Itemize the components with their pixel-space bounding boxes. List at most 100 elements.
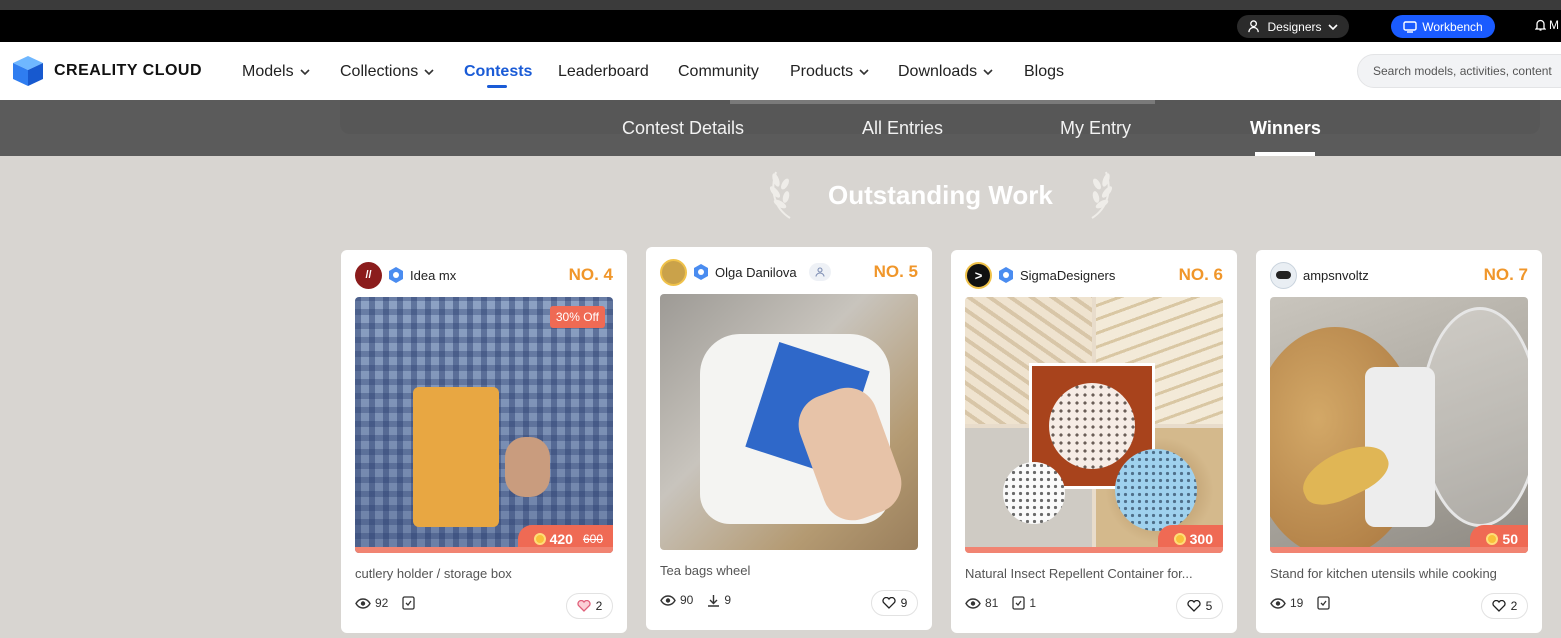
eye-icon bbox=[660, 594, 676, 606]
model-thumbnail[interactable]: 50 bbox=[1270, 297, 1528, 553]
nav-active-indicator bbox=[487, 85, 507, 88]
browser-top-strip bbox=[0, 0, 1561, 10]
chevron-down-icon bbox=[300, 69, 310, 76]
nav-downloads[interactable]: Downloads bbox=[898, 63, 994, 81]
avatar[interactable]: // bbox=[355, 261, 382, 289]
laurel-right-icon bbox=[1091, 171, 1113, 219]
like-button[interactable]: 2 bbox=[566, 593, 613, 619]
like-button[interactable]: 9 bbox=[871, 590, 918, 616]
workbench-label: Workbench bbox=[1422, 19, 1483, 34]
winner-card[interactable]: Olga Danilova NO. 5 Tea bags wheel 90 9 … bbox=[646, 247, 932, 630]
card-stats: 19 bbox=[1270, 596, 1331, 610]
views-count: 19 bbox=[1290, 596, 1304, 610]
download-icon bbox=[708, 594, 720, 607]
model-thumbnail[interactable] bbox=[660, 294, 918, 550]
tab-my-entry[interactable]: My Entry bbox=[1060, 118, 1131, 139]
nav-models[interactable]: Models bbox=[242, 63, 311, 81]
avatar[interactable] bbox=[1270, 261, 1297, 289]
heart-icon bbox=[882, 597, 896, 609]
like-button[interactable]: 2 bbox=[1481, 593, 1528, 619]
user-icon bbox=[815, 267, 825, 277]
image-accent-bar bbox=[1270, 547, 1528, 553]
username[interactable]: Idea mx bbox=[410, 268, 456, 283]
username[interactable]: Olga Danilova bbox=[715, 265, 797, 280]
views-stat: 92 bbox=[355, 596, 388, 610]
nav-collections-label: Collections bbox=[340, 63, 419, 80]
model-thumbnail[interactable]: 300 bbox=[965, 297, 1223, 553]
cube-logo-icon bbox=[13, 56, 43, 86]
nav-contests[interactable]: Contests bbox=[464, 63, 532, 81]
laurel-left-icon bbox=[769, 171, 791, 219]
nav-products-label: Products bbox=[790, 63, 854, 80]
views-count: 81 bbox=[985, 596, 999, 610]
price-value: 300 bbox=[1189, 531, 1213, 547]
username[interactable]: SigmaDesigners bbox=[1020, 268, 1115, 283]
nav-contests-label: Contests bbox=[464, 63, 533, 80]
workbench-button[interactable]: Workbench bbox=[1391, 15, 1495, 38]
model-title[interactable]: Stand for kitchen utensils while cooking bbox=[1270, 566, 1528, 581]
follow-button[interactable] bbox=[808, 263, 831, 281]
views-count: 90 bbox=[680, 593, 694, 607]
likes-count: 9 bbox=[900, 596, 908, 610]
likes-count: 2 bbox=[595, 599, 603, 613]
winner-card[interactable]: > SigmaDesigners NO. 6 300 Natural Insec… bbox=[951, 250, 1237, 633]
original-price: 600 bbox=[582, 532, 603, 546]
heart-icon bbox=[1492, 600, 1506, 612]
like-button[interactable]: 5 bbox=[1176, 593, 1223, 619]
main-navbar: CREALITY CLOUD Models Collections Contes… bbox=[0, 42, 1561, 100]
avatar[interactable] bbox=[660, 258, 687, 286]
designers-dropdown-button[interactable]: Designers bbox=[1237, 15, 1349, 38]
chevron-down-icon bbox=[859, 69, 869, 76]
verified-badge-icon bbox=[694, 264, 708, 280]
tab-active-indicator bbox=[1255, 152, 1315, 156]
views-count: 92 bbox=[375, 596, 389, 610]
more-label: M bbox=[1549, 18, 1559, 32]
tab-contest-details[interactable]: Contest Details bbox=[622, 118, 744, 139]
coin-icon bbox=[1486, 533, 1499, 545]
rank-label: NO. 4 bbox=[568, 265, 613, 284]
coin-icon bbox=[533, 533, 546, 545]
chevron-down-icon bbox=[1327, 23, 1338, 30]
designers-label: Designers bbox=[1267, 19, 1322, 34]
model-thumbnail[interactable]: 30% Off 420 600 bbox=[355, 297, 613, 553]
brand-logo[interactable]: CREALITY CLOUD bbox=[10, 54, 202, 88]
section-title: Outstanding Work bbox=[828, 180, 1053, 210]
notifications-button[interactable]: M bbox=[1535, 18, 1559, 32]
model-title[interactable]: Tea bags wheel bbox=[660, 563, 918, 578]
search-placeholder: Search models, activities, content bbox=[1373, 64, 1552, 78]
views-stat: 90 bbox=[660, 593, 693, 607]
heart-icon bbox=[1187, 600, 1201, 612]
rank-label: NO. 7 bbox=[1483, 265, 1528, 284]
card-header: // Idea mx NO. 4 bbox=[355, 260, 613, 290]
nav-blogs-label: Blogs bbox=[1024, 63, 1065, 80]
print-check-icon bbox=[1317, 596, 1331, 610]
verified-badge-icon bbox=[999, 267, 1013, 283]
nav-blogs[interactable]: Blogs bbox=[1024, 63, 1064, 81]
collects-count: 1 bbox=[1029, 596, 1037, 610]
winner-card[interactable]: ampsnvoltz NO. 7 50 Stand for kitchen ut… bbox=[1256, 250, 1542, 633]
subnav-divider bbox=[730, 100, 1155, 104]
search-input[interactable]: Search models, activities, content bbox=[1357, 54, 1561, 88]
card-header: > SigmaDesigners NO. 6 bbox=[965, 260, 1223, 290]
likes-count: 5 bbox=[1205, 599, 1213, 613]
model-title[interactable]: cutlery holder / storage box bbox=[355, 566, 613, 581]
tab-all-entries[interactable]: All Entries bbox=[862, 118, 943, 139]
eye-icon bbox=[1270, 597, 1286, 609]
nav-leaderboard[interactable]: Leaderboard bbox=[558, 63, 649, 81]
username[interactable]: ampsnvoltz bbox=[1303, 268, 1369, 283]
winner-card[interactable]: // Idea mx NO. 4 30% Off 420 600 cutlery… bbox=[341, 250, 627, 633]
rank-label: NO. 6 bbox=[1178, 265, 1223, 284]
bell-icon bbox=[1535, 19, 1546, 31]
avatar[interactable]: > bbox=[965, 261, 992, 289]
model-title[interactable]: Natural Insect Repellent Container for..… bbox=[965, 566, 1223, 581]
tab-winners[interactable]: Winners bbox=[1250, 118, 1321, 139]
nav-leaderboard-label: Leaderboard bbox=[558, 63, 649, 80]
nav-community[interactable]: Community bbox=[678, 63, 759, 81]
nav-collections[interactable]: Collections bbox=[340, 63, 435, 81]
price-value: 50 bbox=[1502, 531, 1518, 547]
heart-icon bbox=[577, 600, 591, 612]
views-stat: 81 bbox=[965, 596, 998, 610]
nav-products[interactable]: Products bbox=[790, 63, 870, 81]
card-header: ampsnvoltz NO. 7 bbox=[1270, 260, 1528, 290]
print-check-icon bbox=[1012, 596, 1026, 610]
